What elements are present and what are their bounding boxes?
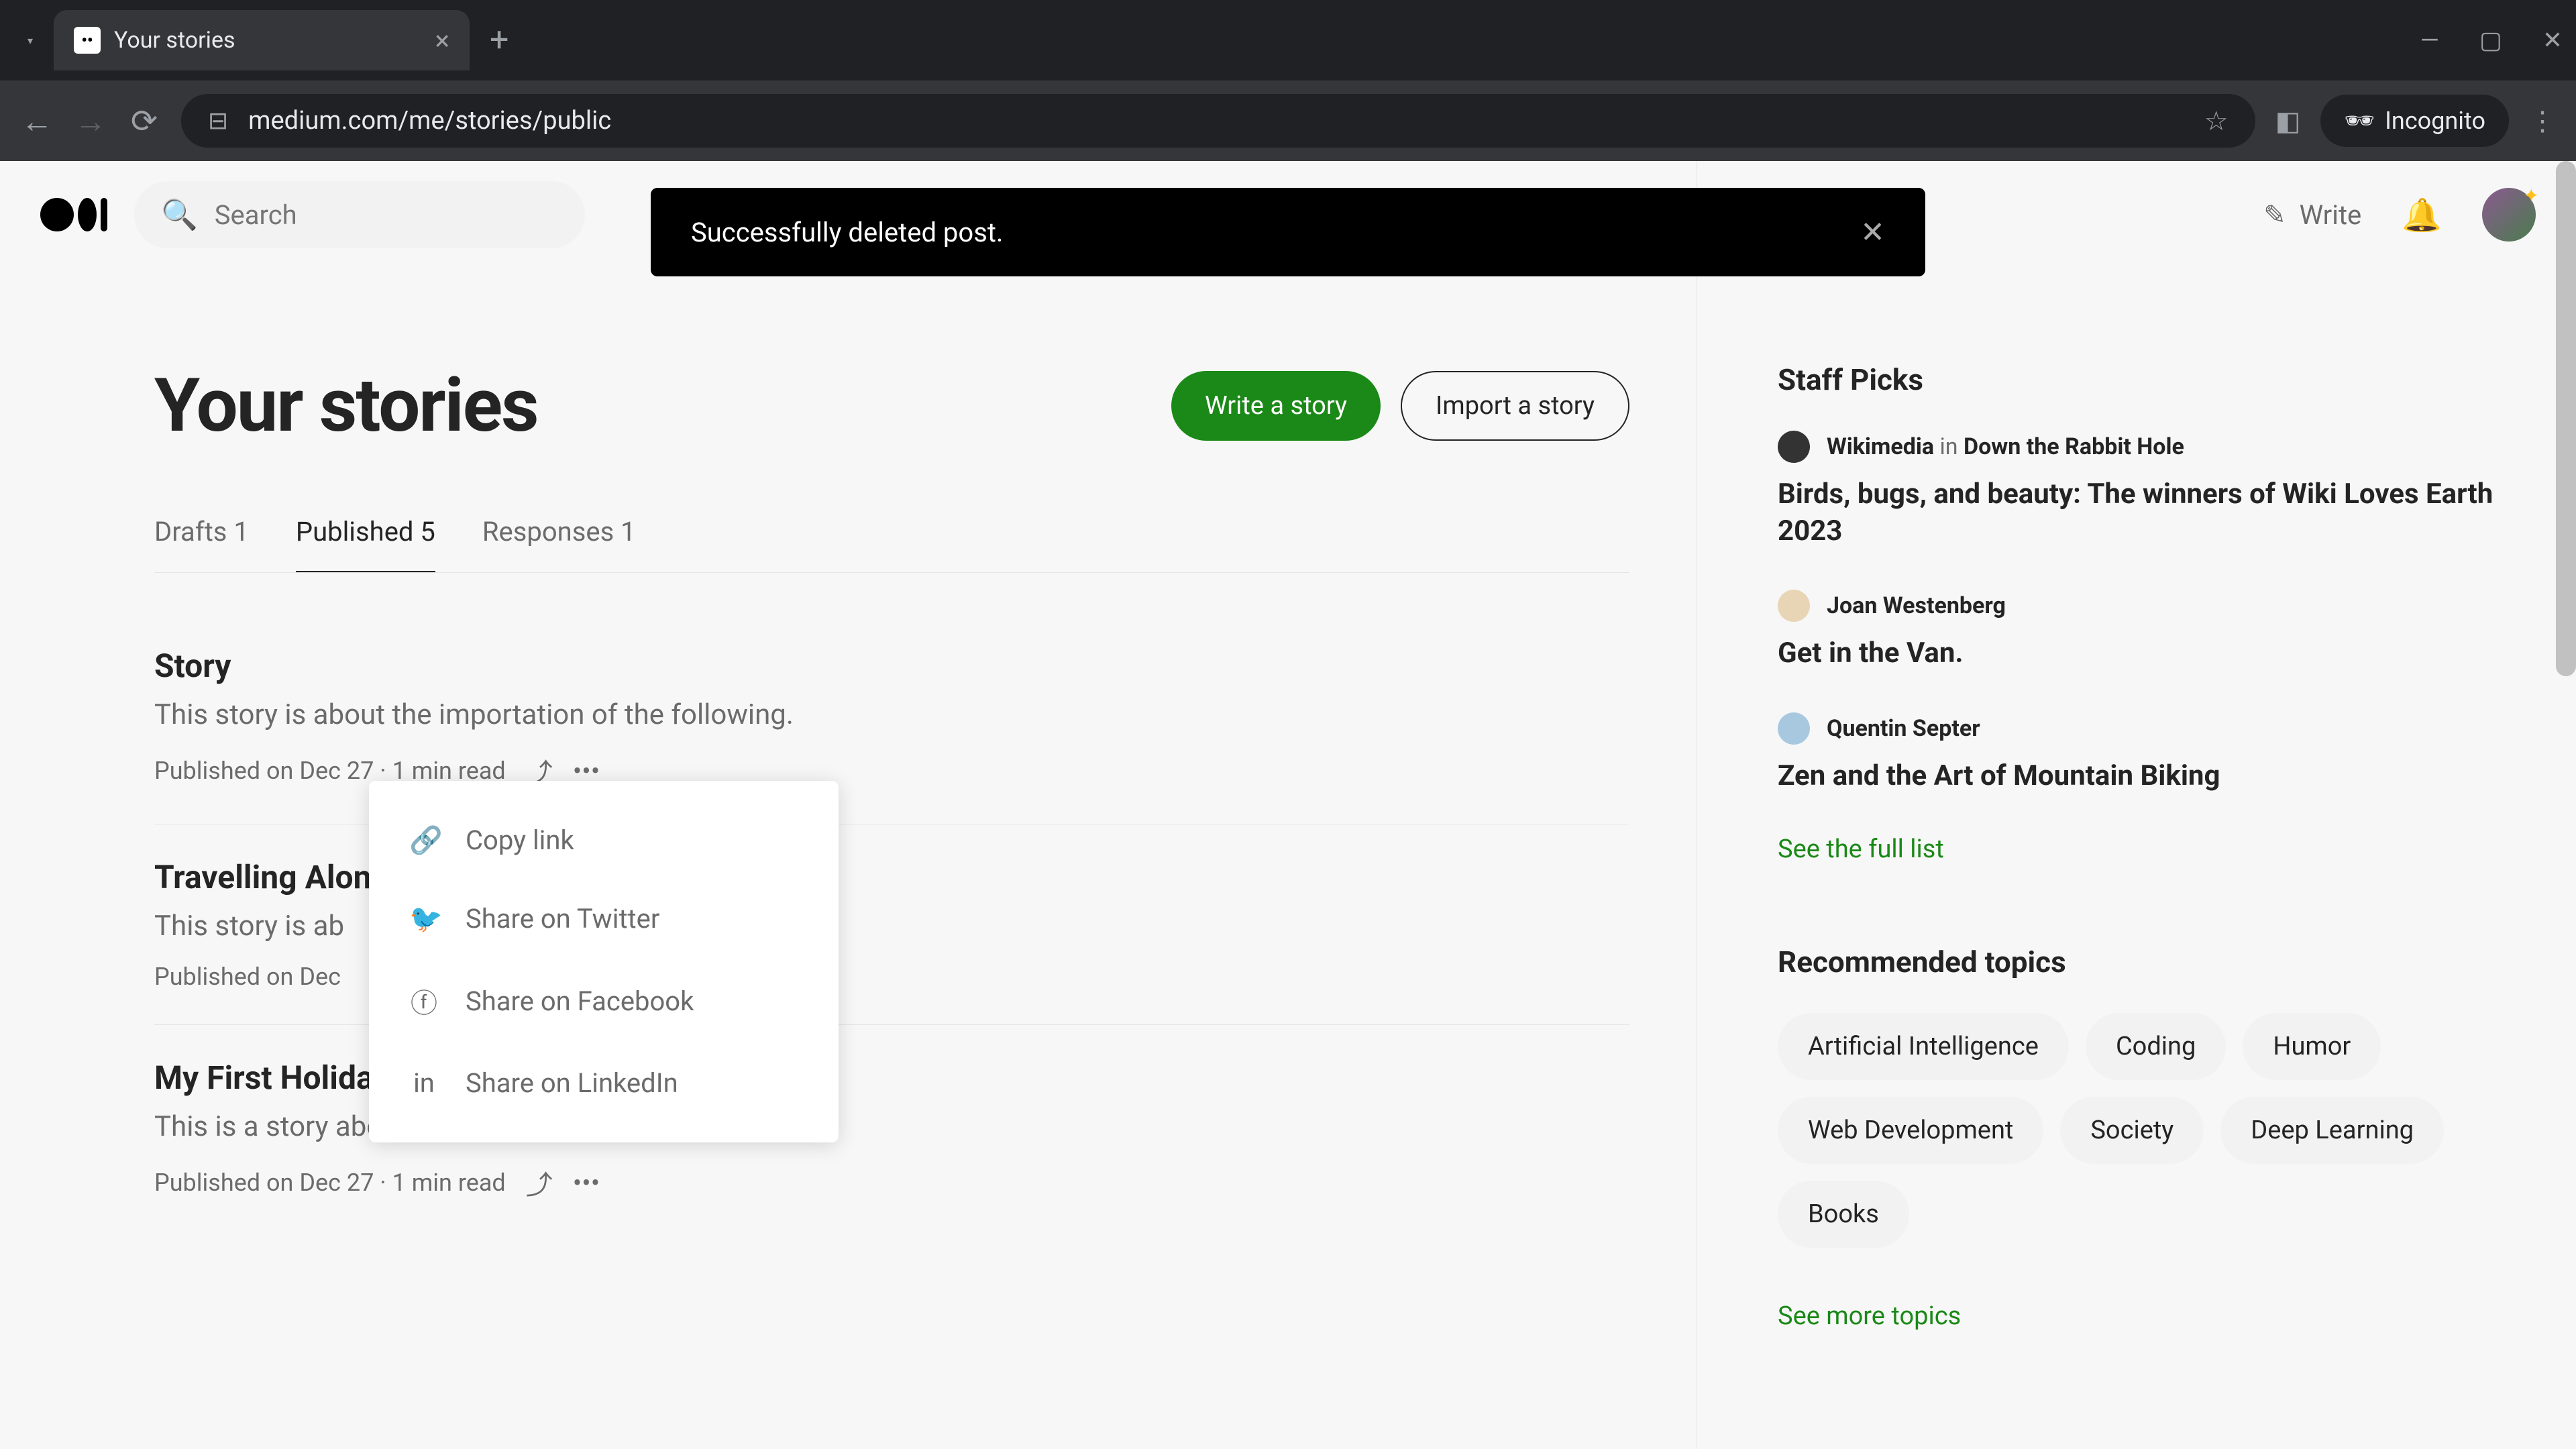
author-avatar xyxy=(1778,590,1810,622)
toast-notification: Successfully deleted post. ✕ xyxy=(651,188,1925,276)
window-close-icon[interactable]: ✕ xyxy=(2542,26,2563,54)
write-label: Write xyxy=(2300,199,2362,231)
pick-title: Zen and the Art of Mountain Biking xyxy=(1778,758,2536,795)
window-minimize-icon[interactable]: — xyxy=(2420,26,2439,54)
topic-chip[interactable]: Humor xyxy=(2243,1013,2381,1080)
linkedin-icon: in xyxy=(409,1067,439,1099)
nav-back-icon[interactable]: ← xyxy=(20,102,54,140)
author-line: Joan Westenberg xyxy=(1827,592,2006,619)
staff-picks-heading: Staff Picks xyxy=(1778,362,2536,397)
share-linkedin[interactable]: in Share on LinkedIn xyxy=(369,1044,839,1122)
url-field[interactable]: ⊟ medium.com/me/stories/public ☆ xyxy=(181,94,2255,148)
link-icon: 🔗 xyxy=(409,824,439,856)
staff-pick-item[interactable]: Wikimedia in Down the Rabbit Hole Birds,… xyxy=(1778,431,2536,549)
topic-chip[interactable]: Web Development xyxy=(1778,1097,2043,1164)
search-input[interactable] xyxy=(215,199,558,231)
site-info-icon[interactable]: ⊟ xyxy=(208,107,228,135)
facebook-icon: ⓕ xyxy=(409,981,439,1020)
staff-pick-item[interactable]: Quentin Septer Zen and the Art of Mounta… xyxy=(1778,712,2536,795)
toast-close-icon[interactable]: ✕ xyxy=(1860,215,1885,250)
share-copy-label: Copy link xyxy=(466,824,574,856)
pick-title: Birds, bugs, and beauty: The winners of … xyxy=(1778,476,2536,549)
share-twitter-label: Share on Twitter xyxy=(466,903,659,934)
share-facebook-label: Share on Facebook xyxy=(466,985,694,1017)
incognito-icon: 🕶 xyxy=(2344,107,2375,135)
share-menu: 🔗 Copy link 🐦 Share on Twitter ⓕ Share o… xyxy=(369,781,839,1142)
tab-published[interactable]: Published 5 xyxy=(296,516,435,572)
notifications-bell-icon[interactable]: 🔔 xyxy=(2402,196,2442,234)
staff-pick-item[interactable]: Joan Westenberg Get in the Van. xyxy=(1778,590,2536,672)
topic-chip[interactable]: Deep Learning xyxy=(2220,1097,2444,1164)
tab-responses[interactable]: Responses 1 xyxy=(482,516,636,572)
medium-logo[interactable] xyxy=(40,198,107,231)
author-line: Wikimedia in Down the Rabbit Hole xyxy=(1827,433,2184,460)
toast-message: Successfully deleted post. xyxy=(691,217,1003,248)
write-story-button[interactable]: Write a story xyxy=(1171,371,1381,441)
write-link[interactable]: ✎ Write xyxy=(2263,199,2361,231)
share-linkedin-label: Share on LinkedIn xyxy=(466,1067,678,1099)
author-avatar xyxy=(1778,431,1810,463)
user-avatar[interactable] xyxy=(2482,188,2536,241)
share-facebook[interactable]: ⓕ Share on Facebook xyxy=(369,958,839,1044)
browser-tab[interactable]: •• Your stories × xyxy=(54,10,470,70)
incognito-badge[interactable]: 🕶 Incognito xyxy=(2320,95,2509,147)
search-box[interactable]: 🔍 xyxy=(134,181,585,248)
topic-chip[interactable]: Books xyxy=(1778,1181,1909,1248)
share-icon[interactable]: ⤴ xyxy=(526,1163,553,1202)
import-story-button[interactable]: Import a story xyxy=(1401,371,1629,441)
see-more-topics-link[interactable]: See more topics xyxy=(1778,1301,2536,1331)
address-bar: ← → ⟳ ⊟ medium.com/me/stories/public ☆ ◧… xyxy=(0,80,2576,161)
write-icon: ✎ xyxy=(2263,199,2286,231)
browser-menu-icon[interactable]: ⋮ xyxy=(2529,105,2556,137)
side-panel-icon[interactable]: ◧ xyxy=(2275,105,2301,137)
topic-chip[interactable]: Society xyxy=(2060,1097,2204,1164)
story-item: Story This story is about the importatio… xyxy=(154,627,1629,824)
browser-tab-bar: ▾ •• Your stories × + — ▢ ✕ xyxy=(0,0,2576,80)
bookmark-star-icon[interactable]: ☆ xyxy=(2204,105,2229,137)
author-avatar xyxy=(1778,712,1810,745)
tab-close-icon[interactable]: × xyxy=(435,25,449,56)
story-meta-text: Published on Dec xyxy=(154,963,341,991)
topic-chip[interactable]: Artificial Intelligence xyxy=(1778,1013,2069,1080)
story-title[interactable]: Story xyxy=(154,647,1629,685)
page-scrollbar[interactable] xyxy=(2556,161,2576,1449)
more-options-icon[interactable]: ••• xyxy=(573,1167,600,1199)
topic-chip[interactable]: Coding xyxy=(2086,1013,2226,1080)
story-meta-text: Published on Dec 27 · 1 min read xyxy=(154,1169,506,1197)
url-text: medium.com/me/stories/public xyxy=(248,106,2184,136)
page-title: Your stories xyxy=(154,362,538,449)
share-copy-link[interactable]: 🔗 Copy link xyxy=(369,801,839,879)
new-tab-button[interactable]: + xyxy=(490,21,508,60)
story-tabs: Drafts 1 Published 5 Responses 1 xyxy=(154,516,1629,573)
tab-title: Your stories xyxy=(114,27,422,54)
nav-reload-icon[interactable]: ⟳ xyxy=(127,102,161,140)
story-description: This story is about the importation of t… xyxy=(154,698,1629,731)
share-twitter[interactable]: 🐦 Share on Twitter xyxy=(369,879,839,958)
tab-search-dropdown[interactable]: ▾ xyxy=(13,23,47,57)
nav-forward-icon[interactable]: → xyxy=(74,102,107,140)
search-icon: 🔍 xyxy=(161,197,198,232)
tab-drafts[interactable]: Drafts 1 xyxy=(154,516,249,572)
window-maximize-icon[interactable]: ▢ xyxy=(2479,26,2502,54)
author-line: Quentin Septer xyxy=(1827,715,1980,742)
scrollbar-thumb[interactable] xyxy=(2556,161,2576,676)
pick-title: Get in the Van. xyxy=(1778,635,2536,672)
recommended-topics-heading: Recommended topics xyxy=(1778,945,2536,979)
tab-favicon: •• xyxy=(74,27,101,54)
see-full-list-link[interactable]: See the full list xyxy=(1778,835,2536,864)
twitter-icon: 🐦 xyxy=(409,903,439,934)
incognito-label: Incognito xyxy=(2385,107,2485,135)
